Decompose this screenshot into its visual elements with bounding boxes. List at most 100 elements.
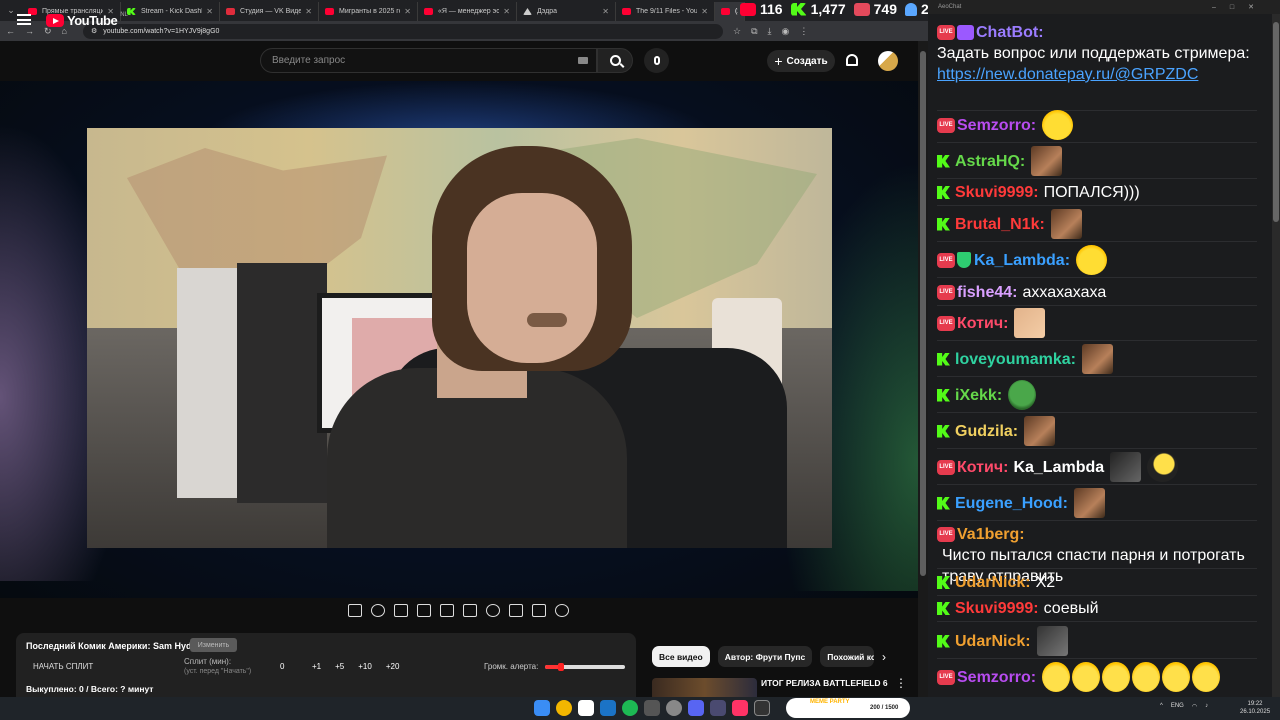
chat-username[interactable]: Eugene_Hood: — [955, 493, 1068, 514]
media-icon[interactable] — [710, 700, 726, 716]
spotify-icon[interactable] — [622, 700, 638, 716]
forward-icon[interactable]: → — [25, 26, 34, 36]
chat-username[interactable]: Semzorro: — [957, 667, 1036, 688]
more-options-icon[interactable]: ⋮ — [895, 676, 907, 690]
speed-icon[interactable] — [486, 604, 500, 617]
chat-username[interactable]: AstraHQ: — [955, 151, 1025, 172]
browser-tab[interactable]: «Я — менеджер эскорт ✕ — [418, 2, 517, 21]
settings-gear-icon[interactable] — [555, 604, 569, 617]
app-icon[interactable] — [644, 700, 660, 716]
meme-party-widget[interactable]: MEME PARTY 200 / 1500 — [786, 698, 910, 718]
search-input[interactable]: Введите запрос — [260, 48, 597, 73]
broadcast-icon[interactable] — [371, 604, 385, 617]
step-plus-1-button[interactable]: +1 — [312, 662, 321, 671]
notifications-bell-icon[interactable] — [846, 54, 858, 66]
discord-icon[interactable] — [688, 700, 704, 716]
close-tab-icon[interactable]: ✕ — [206, 7, 213, 16]
chip-similar[interactable]: Похожий ко — [820, 646, 875, 667]
cinema-mode-icon[interactable] — [463, 604, 477, 617]
chat-username[interactable]: Brutal_N1k: — [955, 214, 1045, 235]
picture-in-picture-icon[interactable] — [440, 604, 454, 617]
language-indicator[interactable]: ENG — [1171, 703, 1184, 710]
alert-volume-handle[interactable] — [558, 663, 564, 671]
chat-username[interactable]: Skuvi9999: — [955, 598, 1039, 619]
browser-tab[interactable]: The 9/11 Files - YouTube✕ — [616, 2, 715, 21]
chat-username[interactable]: UdarNick: — [955, 631, 1031, 652]
step-plus-20-button[interactable]: +20 — [386, 662, 400, 671]
split-value[interactable]: 0 — [280, 662, 284, 671]
browser-menu-icon[interactable]: ⋮ — [799, 26, 808, 37]
donate-link[interactable]: https://new.donatepay.ru/@GRPZDC — [937, 64, 1198, 85]
chat-username[interactable]: ChatBot: — [976, 22, 1044, 43]
chip-author[interactable]: Автор: Фрути Пупс — [717, 646, 813, 667]
tablet-icon[interactable] — [578, 700, 594, 716]
search-button[interactable] — [597, 48, 633, 73]
chat-username[interactable]: Ka_Lambda: — [974, 250, 1070, 271]
chat-username[interactable]: UdarNick: — [955, 572, 1031, 593]
chat-scrollbar-thumb[interactable] — [1273, 22, 1279, 222]
browser-tab[interactable]: Дэдра ✕ — [517, 2, 616, 21]
video-frame[interactable] — [87, 128, 832, 548]
page-scrollbar[interactable] — [918, 41, 928, 697]
windows-start-icon[interactable] — [534, 700, 550, 716]
browser-tab[interactable]: Студия — VK Видео Live ✕ — [220, 2, 319, 21]
chat-username[interactable]: Va1berg: — [957, 524, 1025, 545]
chat-username[interactable]: loveyoumamka: — [955, 349, 1076, 370]
menu-icon[interactable] — [17, 14, 31, 25]
add-icon[interactable] — [509, 604, 523, 617]
chat-scrollbar[interactable] — [1272, 14, 1280, 697]
video-thumbnail[interactable] — [652, 678, 757, 697]
video-player[interactable] — [0, 81, 918, 598]
recommended-video-title[interactable]: ИТОГ РЕЛИЗА BATTLEFIELD 6 — [761, 678, 888, 688]
recommended-video[interactable]: ИТОГ РЕЛИЗА BATTLEFIELD 6 ⋮ — [652, 676, 912, 697]
chat-username[interactable]: Котич: — [957, 313, 1008, 334]
close-tab-icon[interactable]: ✕ — [404, 7, 411, 16]
tray-expand-icon[interactable]: ^ — [1160, 703, 1163, 710]
page-scrollbar-thumb[interactable] — [920, 51, 926, 576]
volume-icon[interactable]: ♪ — [1205, 703, 1208, 710]
chat-username[interactable]: Skuvi9999: — [955, 182, 1039, 203]
clip-icon[interactable] — [417, 604, 431, 617]
alert-volume-slider[interactable] — [545, 663, 625, 671]
profile-icon[interactable]: ◉ — [781, 26, 789, 37]
steam-icon[interactable] — [600, 700, 616, 716]
edit-badge-button[interactable]: Изменить — [190, 638, 237, 652]
chevron-right-icon[interactable]: › — [882, 650, 886, 664]
address-bar[interactable]: ⚙ youtube.com/watch?v=1HYJV9j8gG0 — [82, 23, 723, 39]
account-avatar[interactable] — [878, 51, 898, 71]
chat-username[interactable]: fishe44: — [957, 282, 1017, 303]
close-tab-icon[interactable]: ✕ — [305, 7, 312, 16]
keyboard-icon[interactable] — [578, 57, 588, 64]
obs-icon[interactable] — [666, 700, 682, 716]
window-icon[interactable] — [754, 700, 770, 716]
chat-username[interactable]: Semzorro: — [957, 115, 1036, 136]
site-info-icon[interactable]: ⚙ — [91, 27, 97, 35]
create-button[interactable]: + Создать — [767, 50, 835, 72]
camera-icon[interactable] — [532, 604, 546, 617]
chat-username[interactable]: Gudzila: — [955, 421, 1018, 442]
extensions-icon[interactable]: ⧉ — [751, 26, 757, 37]
network-icon[interactable]: ◠ — [1192, 703, 1197, 710]
chip-all-videos[interactable]: Все видео — [652, 646, 710, 667]
chat-username[interactable]: Котич: — [957, 457, 1008, 478]
close-tab-icon[interactable]: ✕ — [503, 7, 510, 16]
loop-icon[interactable] — [348, 604, 362, 617]
close-tab-icon[interactable]: ✕ — [701, 7, 708, 16]
window-controls[interactable]: –□✕ — [1212, 3, 1268, 11]
youtube-logo[interactable]: YouTube NL — [46, 12, 128, 28]
voice-search-button[interactable] — [644, 48, 669, 73]
back-icon[interactable]: ← — [6, 26, 15, 36]
step-plus-10-button[interactable]: +10 — [358, 662, 372, 671]
start-split-button[interactable]: НАЧАТЬ СПЛИТ — [33, 662, 93, 671]
bookmark-icon[interactable]: ☆ — [733, 26, 741, 37]
close-tab-icon[interactable]: ✕ — [602, 7, 609, 16]
taskbar-clock[interactable]: 19:22 26.10.2025 — [1240, 700, 1270, 716]
download-icon[interactable]: ⤓ — [768, 26, 772, 37]
recorder-icon[interactable] — [732, 700, 748, 716]
chrome-icon[interactable] — [556, 700, 572, 716]
browser-tab[interactable]: Мигранты в 2025 году ✕ — [319, 2, 418, 21]
chat-username[interactable]: iXekk: — [955, 385, 1002, 406]
browser-tab[interactable]: Stream - Kick Dashboard ✕ — [121, 2, 220, 21]
screenshot-settings-icon[interactable] — [394, 604, 408, 617]
step-plus-5-button[interactable]: +5 — [335, 662, 344, 671]
